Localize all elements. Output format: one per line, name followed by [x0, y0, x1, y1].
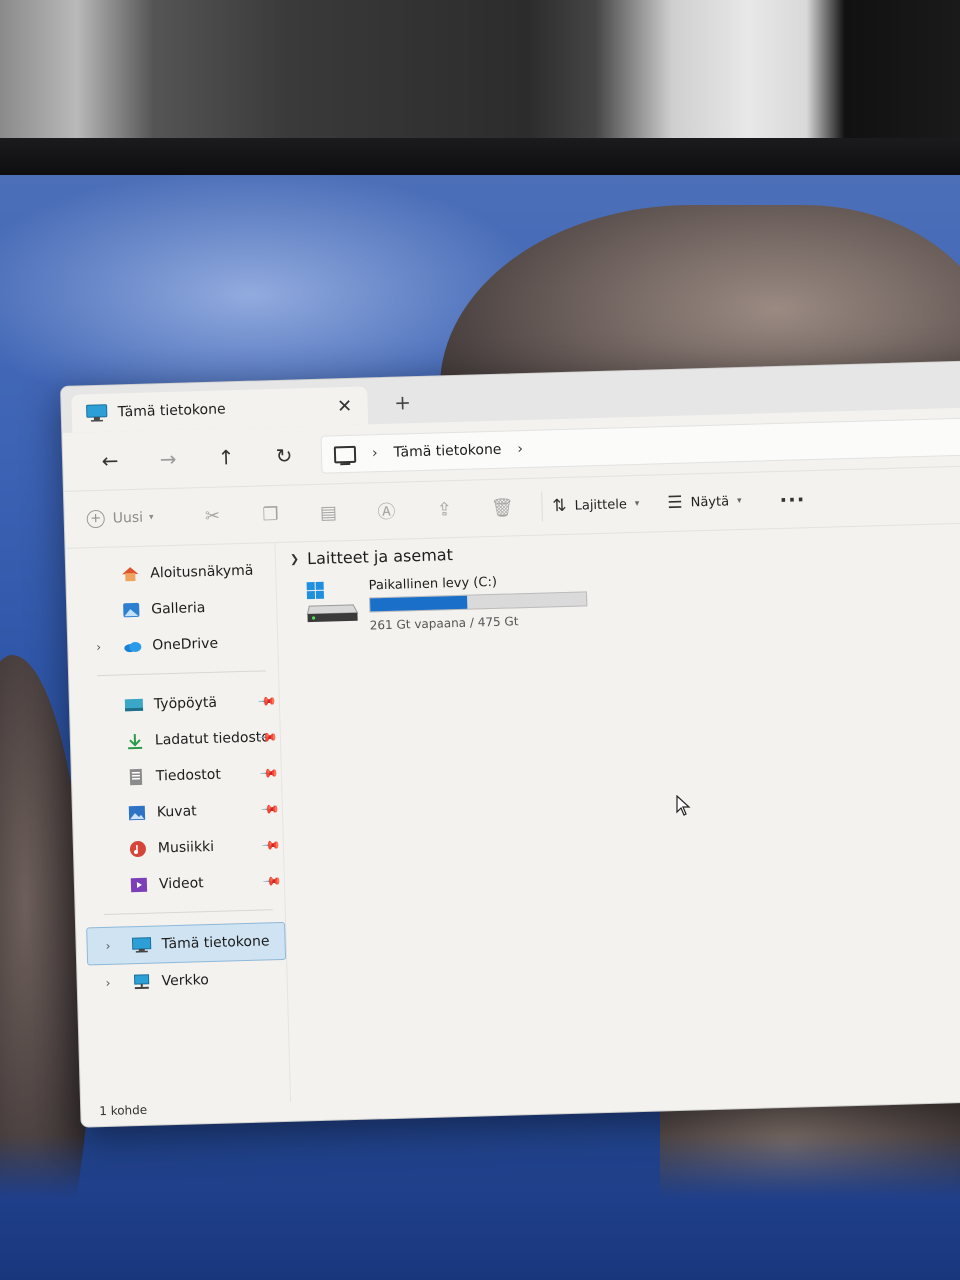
drive-usage-fill [370, 595, 468, 612]
sidebar-item-pictures[interactable]: Kuvat 📌 [82, 791, 282, 833]
sidebar-item-videos[interactable]: Videot 📌 [84, 863, 284, 905]
sidebar-item-label: Musiikki [157, 838, 215, 857]
sidebar-divider [103, 909, 273, 915]
sidebar-divider [97, 670, 267, 677]
sidebar-item-this-pc[interactable]: › Tämä tietokone [86, 921, 287, 966]
cut-icon[interactable]: ✂ [183, 504, 242, 527]
sidebar-item-desktop[interactable]: Työpöytä 📌 [79, 683, 279, 725]
chevron-down-icon: ▾ [148, 512, 154, 523]
close-tab-button[interactable]: ✕ [329, 395, 360, 417]
sort-label: Lajittele [574, 496, 628, 514]
computer-icon [131, 937, 152, 953]
file-explorer-window: Tämä tietokone ✕ + ← → ↑ ↻ › Tämä tietok… [60, 358, 960, 1128]
breadcrumb-this-pc[interactable]: Tämä tietokone [393, 442, 501, 461]
new-tab-button[interactable]: + [387, 387, 418, 418]
plus-icon: + [86, 509, 105, 529]
pin-icon[interactable]: 📌 [257, 691, 277, 711]
mouse-cursor-icon [676, 795, 691, 816]
desktop-icon [124, 698, 144, 712]
content-area: Aloitusnäkymä Galleria › OneDrive Työpöy… [65, 520, 960, 1108]
pin-icon[interactable]: 📌 [262, 871, 282, 891]
breadcrumb-separator: › [371, 445, 378, 462]
room-background [0, 0, 960, 140]
sidebar-item-label: Työpöytä [153, 694, 218, 713]
new-button[interactable]: + Uusi ▾ [86, 508, 154, 529]
expand-chevron-icon[interactable]: › [96, 640, 101, 654]
view-icon: ☰ [667, 492, 683, 514]
drive-details: Paikallinen levy (C:) 261 Gt vapaana / 4… [368, 572, 588, 633]
rename-icon[interactable]: Ⓐ [357, 497, 416, 525]
more-options-button[interactable]: ··· [779, 487, 805, 512]
sidebar-item-downloads[interactable]: Ladatut tiedosto 📌 [80, 719, 280, 761]
sidebar-item-network[interactable]: › Verkko [87, 960, 287, 1002]
sidebar-item-gallery[interactable]: Galleria [77, 588, 277, 630]
sidebar-item-label: Verkko [161, 972, 210, 990]
drive-free-space: 261 Gt vapaana / 475 Gt [369, 614, 519, 633]
sidebar-item-label: OneDrive [152, 635, 219, 654]
sort-button[interactable]: ⇅ Lajittele ▾ [552, 494, 640, 516]
sidebar-item-label: Aloitusnäkymä [150, 562, 254, 582]
pin-icon[interactable]: 📌 [260, 799, 280, 819]
wallpaper-water [0, 1135, 960, 1280]
chevron-down-icon: ❯ [289, 552, 300, 566]
home-icon [122, 567, 139, 582]
sidebar-item-onedrive[interactable]: › OneDrive [78, 624, 278, 666]
paste-icon[interactable]: ▤ [299, 501, 358, 524]
navigation-pane: Aloitusnäkymä Galleria › OneDrive Työpöy… [65, 542, 292, 1108]
computer-icon [86, 404, 108, 422]
sort-icon: ⇅ [552, 495, 567, 517]
download-icon [128, 734, 143, 750]
sidebar-item-music[interactable]: Musiikki 📌 [83, 827, 283, 869]
breadcrumb-chevron[interactable]: › [517, 441, 523, 457]
address-bar[interactable]: › Tämä tietokone › [320, 416, 960, 474]
sidebar-item-label: Videot [158, 875, 204, 893]
sidebar-item-documents[interactable]: Tiedostot 📌 [81, 755, 281, 797]
network-icon [133, 974, 150, 990]
toolbar-divider [540, 491, 543, 522]
refresh-button[interactable]: ↻ [255, 437, 314, 475]
share-icon[interactable]: ⇪ [415, 498, 474, 521]
sidebar-item-home[interactable]: Aloitusnäkymä [76, 552, 276, 594]
sidebar-item-label: Ladatut tiedosto [154, 729, 271, 749]
chevron-down-icon: ▾ [736, 496, 742, 507]
drive-name: Paikallinen levy (C:) [368, 574, 498, 594]
section-title: Laitteet ja asemat [306, 545, 454, 569]
monitor-icon [333, 445, 357, 463]
expand-chevron-icon[interactable]: › [105, 939, 110, 953]
music-icon [129, 841, 146, 858]
sidebar-item-label: Tiedostot [155, 766, 222, 785]
view-label: Näytä [690, 493, 730, 510]
drive-usage-bar [369, 591, 588, 613]
videos-icon [130, 877, 148, 893]
chevron-down-icon: ▾ [634, 498, 640, 509]
pin-icon[interactable]: 📌 [261, 835, 281, 855]
delete-icon[interactable]: 🗑 [473, 496, 532, 519]
pictures-icon [128, 805, 146, 821]
drive-item-c[interactable]: Paikallinen levy (C:) 261 Gt vapaana / 4… [305, 559, 960, 634]
forward-button[interactable]: → [139, 440, 198, 478]
back-button[interactable]: ← [81, 442, 140, 480]
expand-chevron-icon[interactable]: › [105, 976, 110, 990]
item-count: 1 kohde [99, 1102, 148, 1119]
gallery-icon [123, 602, 140, 618]
monitor-bezel [0, 138, 960, 178]
sidebar-item-label: Galleria [151, 600, 206, 618]
file-list: ❯ Laitteet ja asemat Paikallinen levy (C… [275, 520, 960, 1102]
sidebar-item-label: Tämä tietokone [161, 933, 270, 953]
hard-drive-icon [306, 581, 359, 623]
documents-icon [129, 768, 143, 786]
cloud-icon [124, 641, 142, 653]
new-label: Uusi [112, 509, 144, 527]
tab-title: Tämä tietokone [117, 401, 226, 421]
up-button[interactable]: ↑ [197, 439, 256, 477]
pin-icon[interactable]: 📌 [259, 763, 279, 783]
view-button[interactable]: ☰ Näytä ▾ [667, 491, 742, 513]
sidebar-item-label: Kuvat [156, 803, 197, 821]
copy-icon[interactable]: ❐ [241, 503, 300, 526]
